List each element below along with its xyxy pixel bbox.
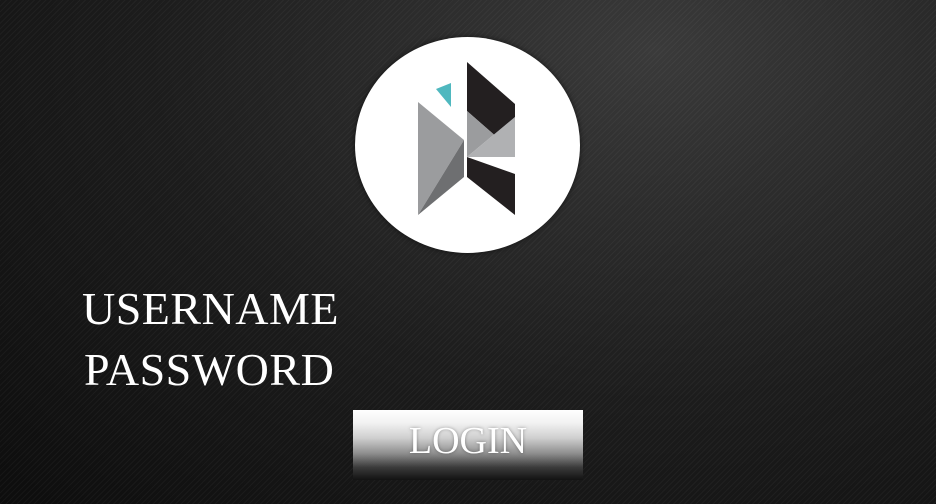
password-label[interactable]: PASSWORD <box>84 347 334 393</box>
logo-dark-shape-bottom <box>467 157 515 215</box>
login-button[interactable]: LOGIN <box>353 410 583 480</box>
logo-circle <box>355 37 580 253</box>
logo-r-icon <box>418 62 515 215</box>
username-label[interactable]: USERNAME <box>82 286 339 332</box>
login-button-label: LOGIN <box>408 420 528 462</box>
logo-accent-shape <box>436 83 451 107</box>
